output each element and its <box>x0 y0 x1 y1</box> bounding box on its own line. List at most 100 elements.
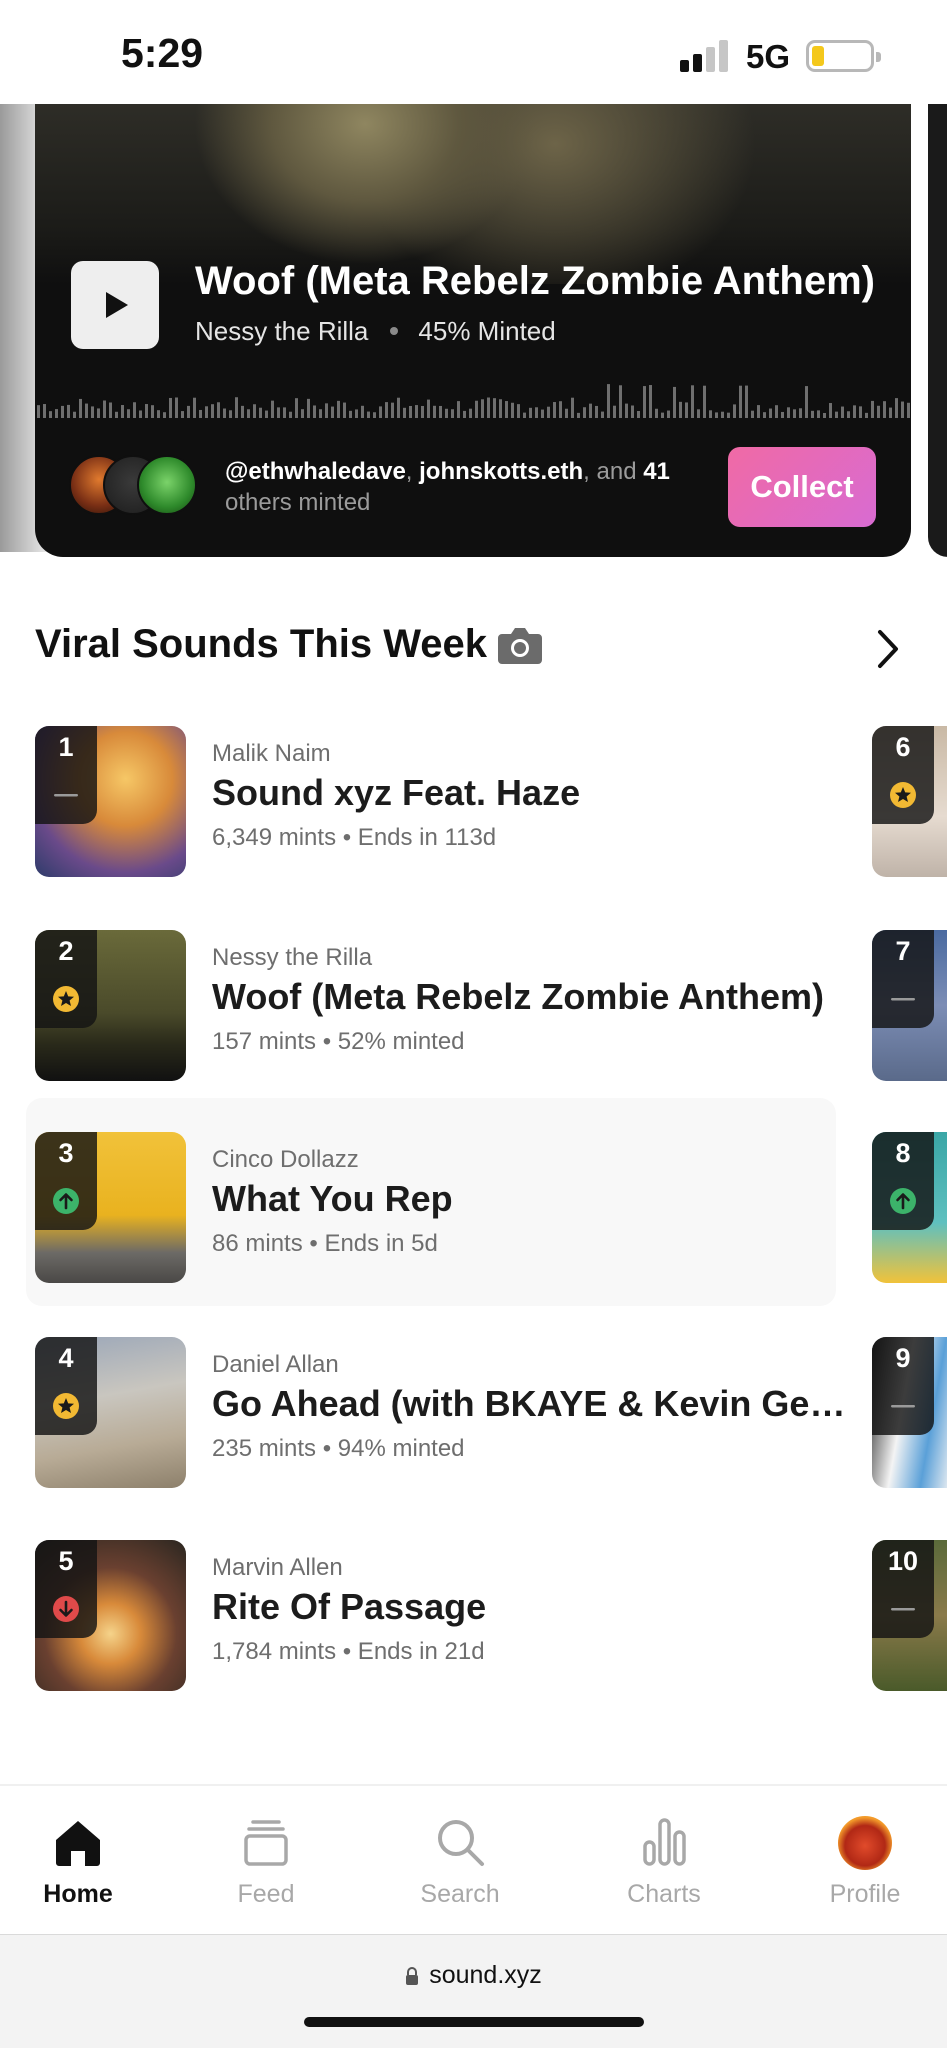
featured-artist[interactable]: Nessy the Rilla <box>195 316 368 346</box>
rank-badge: 4 <box>35 1337 97 1435</box>
section-title: Viral Sounds This Week <box>35 622 487 666</box>
waveform-bar <box>847 411 850 418</box>
waveform-bar <box>373 412 376 418</box>
waveform-bar <box>139 410 142 418</box>
minter-avatars[interactable] <box>69 455 199 517</box>
waveform-bar <box>193 397 196 418</box>
waveform-bar <box>739 385 742 418</box>
waveform-bar <box>229 410 232 418</box>
waveform-bar <box>601 411 604 418</box>
chart-item-next[interactable]: 7 <box>872 930 947 1081</box>
tab-charts[interactable]: Charts <box>589 1786 739 1936</box>
waveform-bar <box>367 411 370 418</box>
waveform-bar <box>271 400 274 418</box>
waveform-bar <box>625 403 628 418</box>
minter-name[interactable]: @ethwhaledave <box>225 458 406 485</box>
waveform-bar <box>481 399 484 418</box>
waveform-scrubber[interactable] <box>35 374 911 424</box>
chart-item-next[interactable]: 6 <box>872 726 947 877</box>
waveform-bar <box>313 405 316 418</box>
waveform-bar <box>565 408 568 418</box>
waveform-bar <box>259 407 262 418</box>
waveform-bar <box>505 401 508 418</box>
chart-row[interactable]: 3 Cinco Dollazz What You Rep 86 mints • … <box>26 1098 836 1306</box>
waveform-bar <box>337 400 340 418</box>
chart-row[interactable]: 1 Malik Naim Sound xyz Feat. Haze 6,349 … <box>26 706 836 914</box>
waveform-bar <box>619 385 622 418</box>
track-title[interactable]: Sound xyz Feat. Haze <box>212 772 852 814</box>
waveform-bar <box>817 410 820 418</box>
star-icon <box>53 986 79 1012</box>
avatar <box>137 455 197 515</box>
waveform-bar <box>673 386 676 418</box>
chart-item-next[interactable]: 10 <box>872 1540 947 1691</box>
waveform-bar <box>307 398 310 418</box>
chart-row[interactable]: 2 Nessy the Rilla Woof (Meta Rebelz Zomb… <box>26 910 836 1118</box>
track-artist[interactable]: Cinco Dollazz <box>212 1146 359 1174</box>
chart-row[interactable]: 5 Marvin Allen Rite Of Passage 1,784 min… <box>26 1520 836 1728</box>
waveform-bar <box>907 402 910 418</box>
waveform-bar <box>289 411 292 418</box>
waveform-bar <box>685 402 688 418</box>
track-title[interactable]: What You Rep <box>212 1178 852 1220</box>
separator-dot <box>390 327 399 336</box>
waveform-bar <box>73 411 76 418</box>
minters-text[interactable]: @ethwhaledave, johnskotts.eth, and 41 oth… <box>225 456 725 518</box>
tab-profile[interactable]: Profile <box>790 1786 940 1936</box>
waveform-bar <box>445 408 448 418</box>
waveform-bar <box>433 405 436 418</box>
play-icon <box>106 292 128 318</box>
waveform-bar <box>49 411 52 418</box>
rank-number: 6 <box>895 732 911 762</box>
browser-url-bar[interactable]: sound.xyz <box>0 1934 947 2048</box>
waveform-bar <box>493 398 496 418</box>
chevron-right-icon[interactable] <box>872 628 902 670</box>
waveform-bar <box>613 405 616 418</box>
camera-icon[interactable] <box>497 625 543 665</box>
track-artist[interactable]: Nessy the Rilla <box>212 944 372 972</box>
home-indicator <box>304 2017 644 2027</box>
waveform-bar <box>265 410 268 418</box>
waveform-bar <box>715 412 718 418</box>
tab-search[interactable]: Search <box>385 1786 535 1936</box>
waveform-bar <box>799 408 802 418</box>
rank-badge: 2 <box>35 930 97 1028</box>
track-artwork: 3 <box>35 1132 186 1283</box>
rank-badge: 1 <box>35 726 97 824</box>
waveform-bar <box>223 408 226 418</box>
track-artist[interactable]: Malik Naim <box>212 740 331 768</box>
chart-row[interactable]: 4 Daniel Allan Go Ahead (with BKAYE & Ke… <box>26 1317 852 1525</box>
tab-home[interactable]: Home <box>3 1786 153 1936</box>
collect-button[interactable]: Collect <box>728 447 876 527</box>
waveform-bar <box>325 403 328 418</box>
waveform-bar <box>109 402 112 418</box>
waveform-bar <box>91 406 94 418</box>
next-featured-card[interactable] <box>928 104 947 557</box>
star-icon <box>890 782 916 808</box>
waveform-bar <box>79 398 82 418</box>
track-artist[interactable]: Daniel Allan <box>212 1351 339 1379</box>
featured-title[interactable]: Woof (Meta Rebelz Zombie Anthem) <box>195 259 875 304</box>
track-title[interactable]: Woof (Meta Rebelz Zombie Anthem) <box>212 976 852 1018</box>
waveform-bar <box>37 405 40 418</box>
waveform-bar <box>757 405 760 418</box>
track-title[interactable]: Go Ahead (with BKAYE & Kevin Geo... <box>212 1383 852 1425</box>
tab-feed[interactable]: Feed <box>191 1786 341 1936</box>
waveform-bar <box>511 402 514 418</box>
featured-meta: Nessy the Rilla 45% Minted <box>195 316 556 347</box>
waveform-bar <box>841 406 844 418</box>
waveform-bar <box>127 409 130 418</box>
featured-track-card[interactable]: Woof (Meta Rebelz Zombie Anthem) Nessy t… <box>35 104 911 557</box>
tab-label: Profile <box>829 1880 901 1908</box>
waveform-bar <box>733 404 736 418</box>
rank-badge: 7 <box>872 930 934 1028</box>
track-title[interactable]: Rite Of Passage <box>212 1586 852 1628</box>
play-button[interactable] <box>71 261 159 349</box>
chart-item-next[interactable]: 8 <box>872 1132 947 1283</box>
minter-name[interactable]: johnskotts.eth <box>419 458 583 485</box>
track-artist[interactable]: Marvin Allen <box>212 1554 343 1582</box>
chart-item-next[interactable]: 9 <box>872 1337 947 1488</box>
rank-number: 2 <box>58 936 74 966</box>
waveform-bar <box>805 386 808 418</box>
url-display[interactable]: sound.xyz <box>0 1961 947 1990</box>
